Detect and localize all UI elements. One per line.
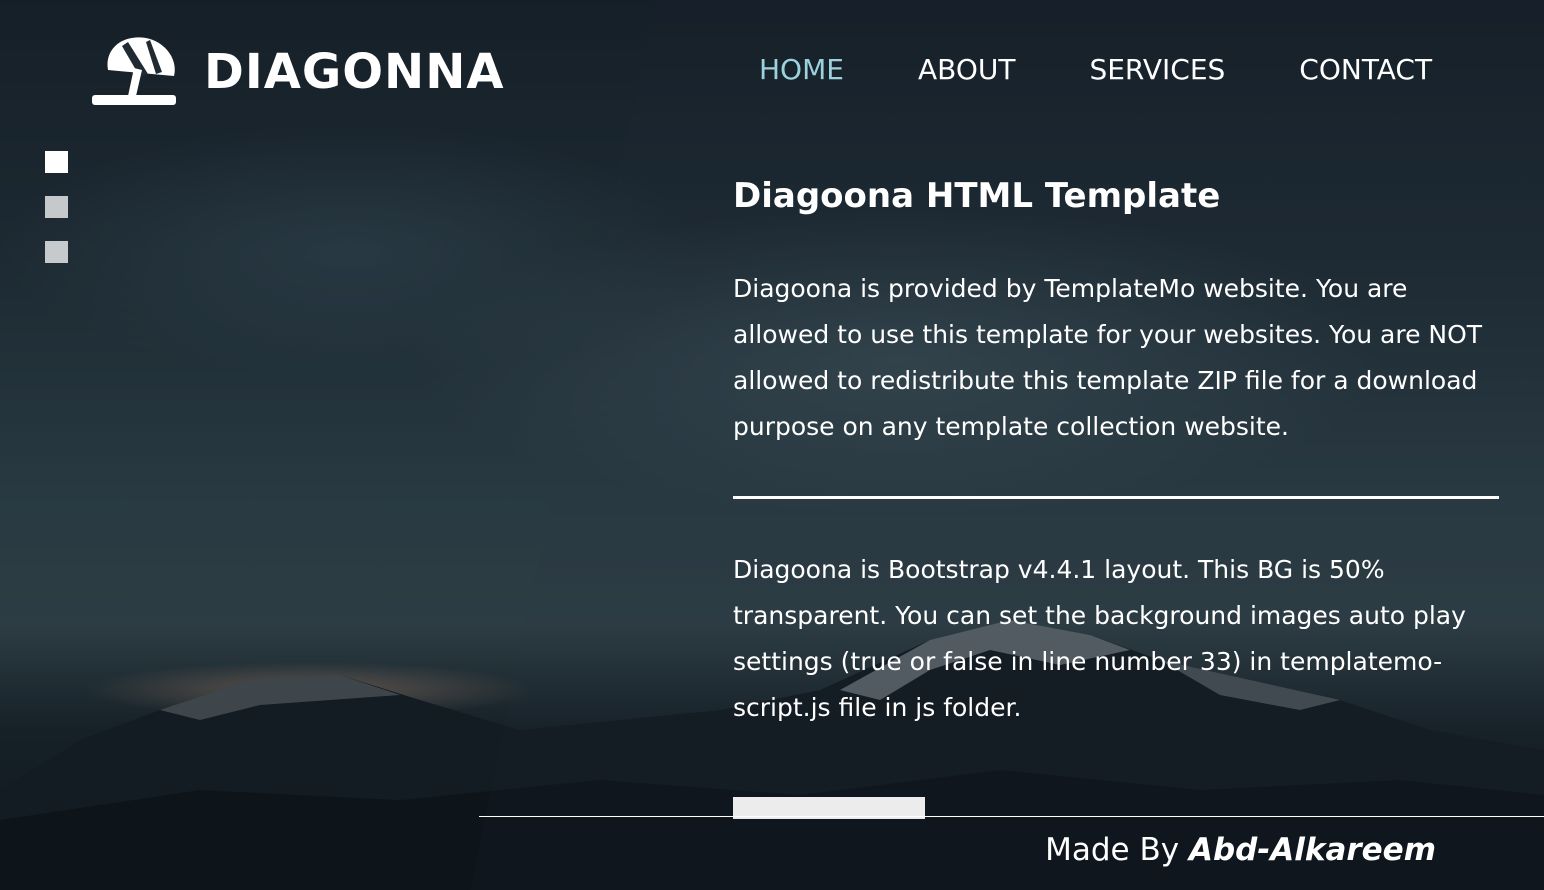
page-title: Diagoona HTML Template: [733, 176, 1221, 216]
nav-contact[interactable]: CONTACT: [1299, 52, 1432, 88]
details-paragraph: Diagoona is Bootstrap v4.4.1 layout. Thi…: [733, 555, 1466, 722]
brand-name: DIAGONNA: [204, 44, 505, 100]
slide-indicator-3[interactable]: [45, 241, 68, 263]
main-nav: HOME ABOUT SERVICES CONTACT: [759, 52, 1432, 88]
nav-about[interactable]: ABOUT: [918, 52, 1016, 88]
footer-prefix: Made By: [1045, 832, 1189, 868]
footer-divider: [479, 816, 1544, 817]
brand-logo[interactable]: DIAGONNA: [90, 32, 505, 112]
beach-umbrella-icon: [90, 32, 178, 112]
content-divider: [733, 496, 1499, 499]
nav-services[interactable]: SERVICES: [1089, 52, 1225, 88]
footer-credit: Made By Abd-Alkareem: [1045, 832, 1436, 868]
main-content: Diagoona HTML Template Diagoona is provi…: [733, 172, 1499, 731]
slide-indicators: [45, 151, 68, 286]
slide-indicator-2[interactable]: [45, 196, 68, 218]
footer-author: Abd-Alkareem: [1188, 832, 1436, 868]
intro-paragraph: Diagoona is provided by TemplateMo websi…: [733, 274, 1483, 441]
slide-indicator-1[interactable]: [45, 151, 68, 173]
nav-home[interactable]: HOME: [759, 52, 844, 88]
